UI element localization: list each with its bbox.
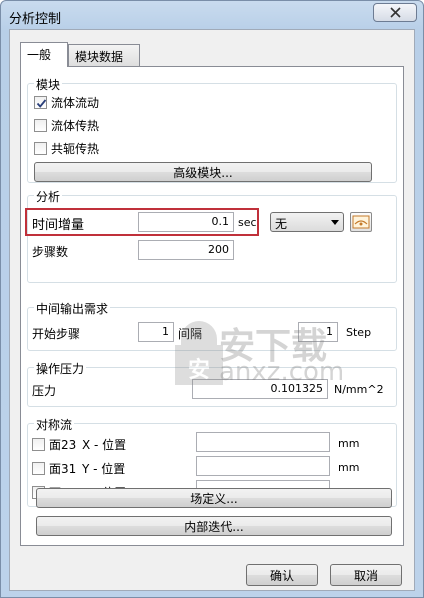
time-mode-select[interactable]: 无 — [270, 212, 344, 232]
fluid-flow-checkbox[interactable] — [34, 96, 47, 109]
cfd-icon-button[interactable] — [350, 212, 372, 232]
tab-module-data-label: 模块数据 — [75, 50, 124, 64]
ok-label: 确认 — [269, 568, 294, 583]
internal-iteration-button[interactable]: 内部迭代... — [36, 516, 392, 536]
pressure-label: 压力 — [32, 384, 57, 398]
fluid-heat-label: 流体传热 — [51, 119, 100, 133]
fluid-heat-checkbox[interactable] — [34, 119, 47, 132]
field-definition-label: 场定义... — [190, 491, 238, 506]
plane-23-checkbox[interactable] — [32, 438, 45, 451]
analysis-group-label: 分析 — [34, 188, 63, 205]
dialog-client: 一般 模块数据 模块 流体流动 流体传热 共轭传热 高级模块... 分析 时间增… — [9, 29, 415, 591]
internal-iteration-label: 内部迭代... — [184, 519, 244, 534]
plane-23-option[interactable]: 面23 — [32, 436, 76, 453]
time-step-label: 时间增量 — [32, 218, 85, 233]
tab-general[interactable]: 一般 — [20, 42, 68, 67]
x-position-unit: mm — [338, 437, 360, 450]
time-mode-value: 无 — [275, 217, 288, 231]
steps-label: 步骤数 — [32, 245, 69, 259]
conjugate-heat-option[interactable]: 共轭传热 — [34, 140, 99, 157]
checkmark-icon — [36, 99, 47, 108]
window-title: 分析控制 — [9, 12, 62, 27]
time-step-unit: sec — [238, 216, 257, 229]
intermediate-output-group-label: 中间输出需求 — [34, 300, 111, 317]
time-step-input[interactable]: 0.1 — [138, 212, 234, 232]
intermediate-output-group: 中间输出需求 开始步骤 1 间隔 1 Step — [27, 300, 397, 351]
conjugate-heat-checkbox[interactable] — [34, 142, 47, 155]
dialog-window: 分析控制 一般 模块数据 模块 流体流动 流体传热 共轭传热 高级模块... 分… — [0, 0, 424, 598]
y-position-label: Y - 位置 — [82, 462, 126, 476]
general-tab-panel: 模块 流体流动 流体传热 共轭传热 高级模块... 分析 时间增量 0.1 se… — [20, 66, 404, 546]
start-step-input[interactable]: 1 — [138, 322, 174, 342]
symmetry-flow-group-label: 对称流 — [34, 416, 75, 433]
ok-button[interactable]: 确认 — [246, 564, 318, 586]
x-position-input[interactable] — [196, 432, 330, 452]
tab-general-label: 一般 — [27, 48, 52, 62]
analysis-group: 分析 时间增量 0.1 sec 无 步骤数 200 — [25, 188, 397, 283]
start-step-label: 开始步骤 — [32, 327, 81, 341]
chevron-down-icon — [331, 220, 339, 225]
title-bar[interactable]: 分析控制 — [1, 1, 423, 29]
cancel-label: 取消 — [353, 568, 378, 583]
x-position-label: X - 位置 — [82, 438, 127, 452]
modules-group: 模块 流体流动 流体传热 共轭传热 高级模块... — [27, 76, 397, 183]
operating-pressure-group-label: 操作压力 — [34, 360, 87, 377]
watermark-url: anxz.com — [219, 357, 345, 387]
plane-31-option[interactable]: 面31 — [32, 460, 76, 477]
plane-31-checkbox[interactable] — [32, 462, 45, 475]
interval-label: 间隔 — [178, 327, 203, 341]
plane-23-label: 面23 — [49, 438, 77, 452]
fluid-heat-option[interactable]: 流体传热 — [34, 117, 99, 134]
tab-module-data[interactable]: 模块数据 — [68, 44, 140, 66]
y-position-unit: mm — [338, 461, 360, 474]
plane-31-label: 面31 — [49, 462, 77, 476]
conjugate-heat-label: 共轭传热 — [51, 142, 100, 156]
cfd-settings-icon — [352, 215, 370, 229]
fluid-flow-option[interactable]: 流体流动 — [34, 94, 99, 111]
fluid-flow-label: 流体流动 — [51, 96, 100, 110]
interval-unit: Step — [346, 326, 372, 339]
close-button[interactable] — [373, 3, 417, 22]
advanced-modules-label: 高级模块... — [173, 165, 233, 180]
modules-group-label: 模块 — [34, 76, 63, 93]
y-position-input[interactable] — [196, 456, 330, 476]
steps-input[interactable]: 200 — [138, 240, 234, 260]
field-definition-button[interactable]: 场定义... — [36, 488, 392, 508]
advanced-modules-button[interactable]: 高级模块... — [34, 162, 372, 182]
close-icon — [389, 7, 401, 18]
cancel-button[interactable]: 取消 — [330, 564, 402, 586]
